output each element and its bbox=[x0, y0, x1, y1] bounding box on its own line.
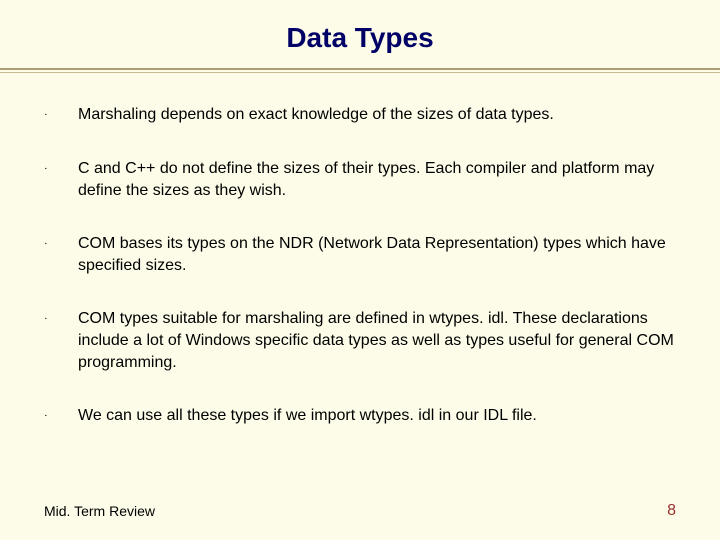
bullet-icon: · bbox=[44, 233, 78, 255]
bullet-item: · COM bases its types on the NDR (Networ… bbox=[44, 233, 676, 276]
title-divider bbox=[0, 68, 720, 74]
bullet-item: · Marshaling depends on exact knowledge … bbox=[44, 104, 676, 126]
bullet-item: · C and C++ do not define the sizes of t… bbox=[44, 158, 676, 201]
bullet-item: · We can use all these types if we impor… bbox=[44, 405, 676, 427]
slide: Data Types · Marshaling depends on exact… bbox=[0, 0, 720, 540]
bullet-icon: · bbox=[44, 308, 78, 330]
bullet-item: · COM types suitable for marshaling are … bbox=[44, 308, 676, 373]
bullet-text: COM types suitable for marshaling are de… bbox=[78, 308, 676, 373]
bullet-text: COM bases its types on the NDR (Network … bbox=[78, 233, 676, 276]
bullet-icon: · bbox=[44, 104, 78, 126]
footer-text: Mid. Term Review bbox=[44, 503, 155, 519]
slide-body: · Marshaling depends on exact knowledge … bbox=[0, 74, 720, 427]
bullet-text: We can use all these types if we import … bbox=[78, 405, 676, 427]
bullet-icon: · bbox=[44, 158, 78, 180]
bullet-icon: · bbox=[44, 405, 78, 427]
bullet-text: C and C++ do not define the sizes of the… bbox=[78, 158, 676, 201]
bullet-text: Marshaling depends on exact knowledge of… bbox=[78, 104, 676, 126]
slide-footer: Mid. Term Review 8 bbox=[44, 502, 676, 520]
page-number: 8 bbox=[667, 502, 676, 520]
slide-title: Data Types bbox=[0, 0, 720, 68]
